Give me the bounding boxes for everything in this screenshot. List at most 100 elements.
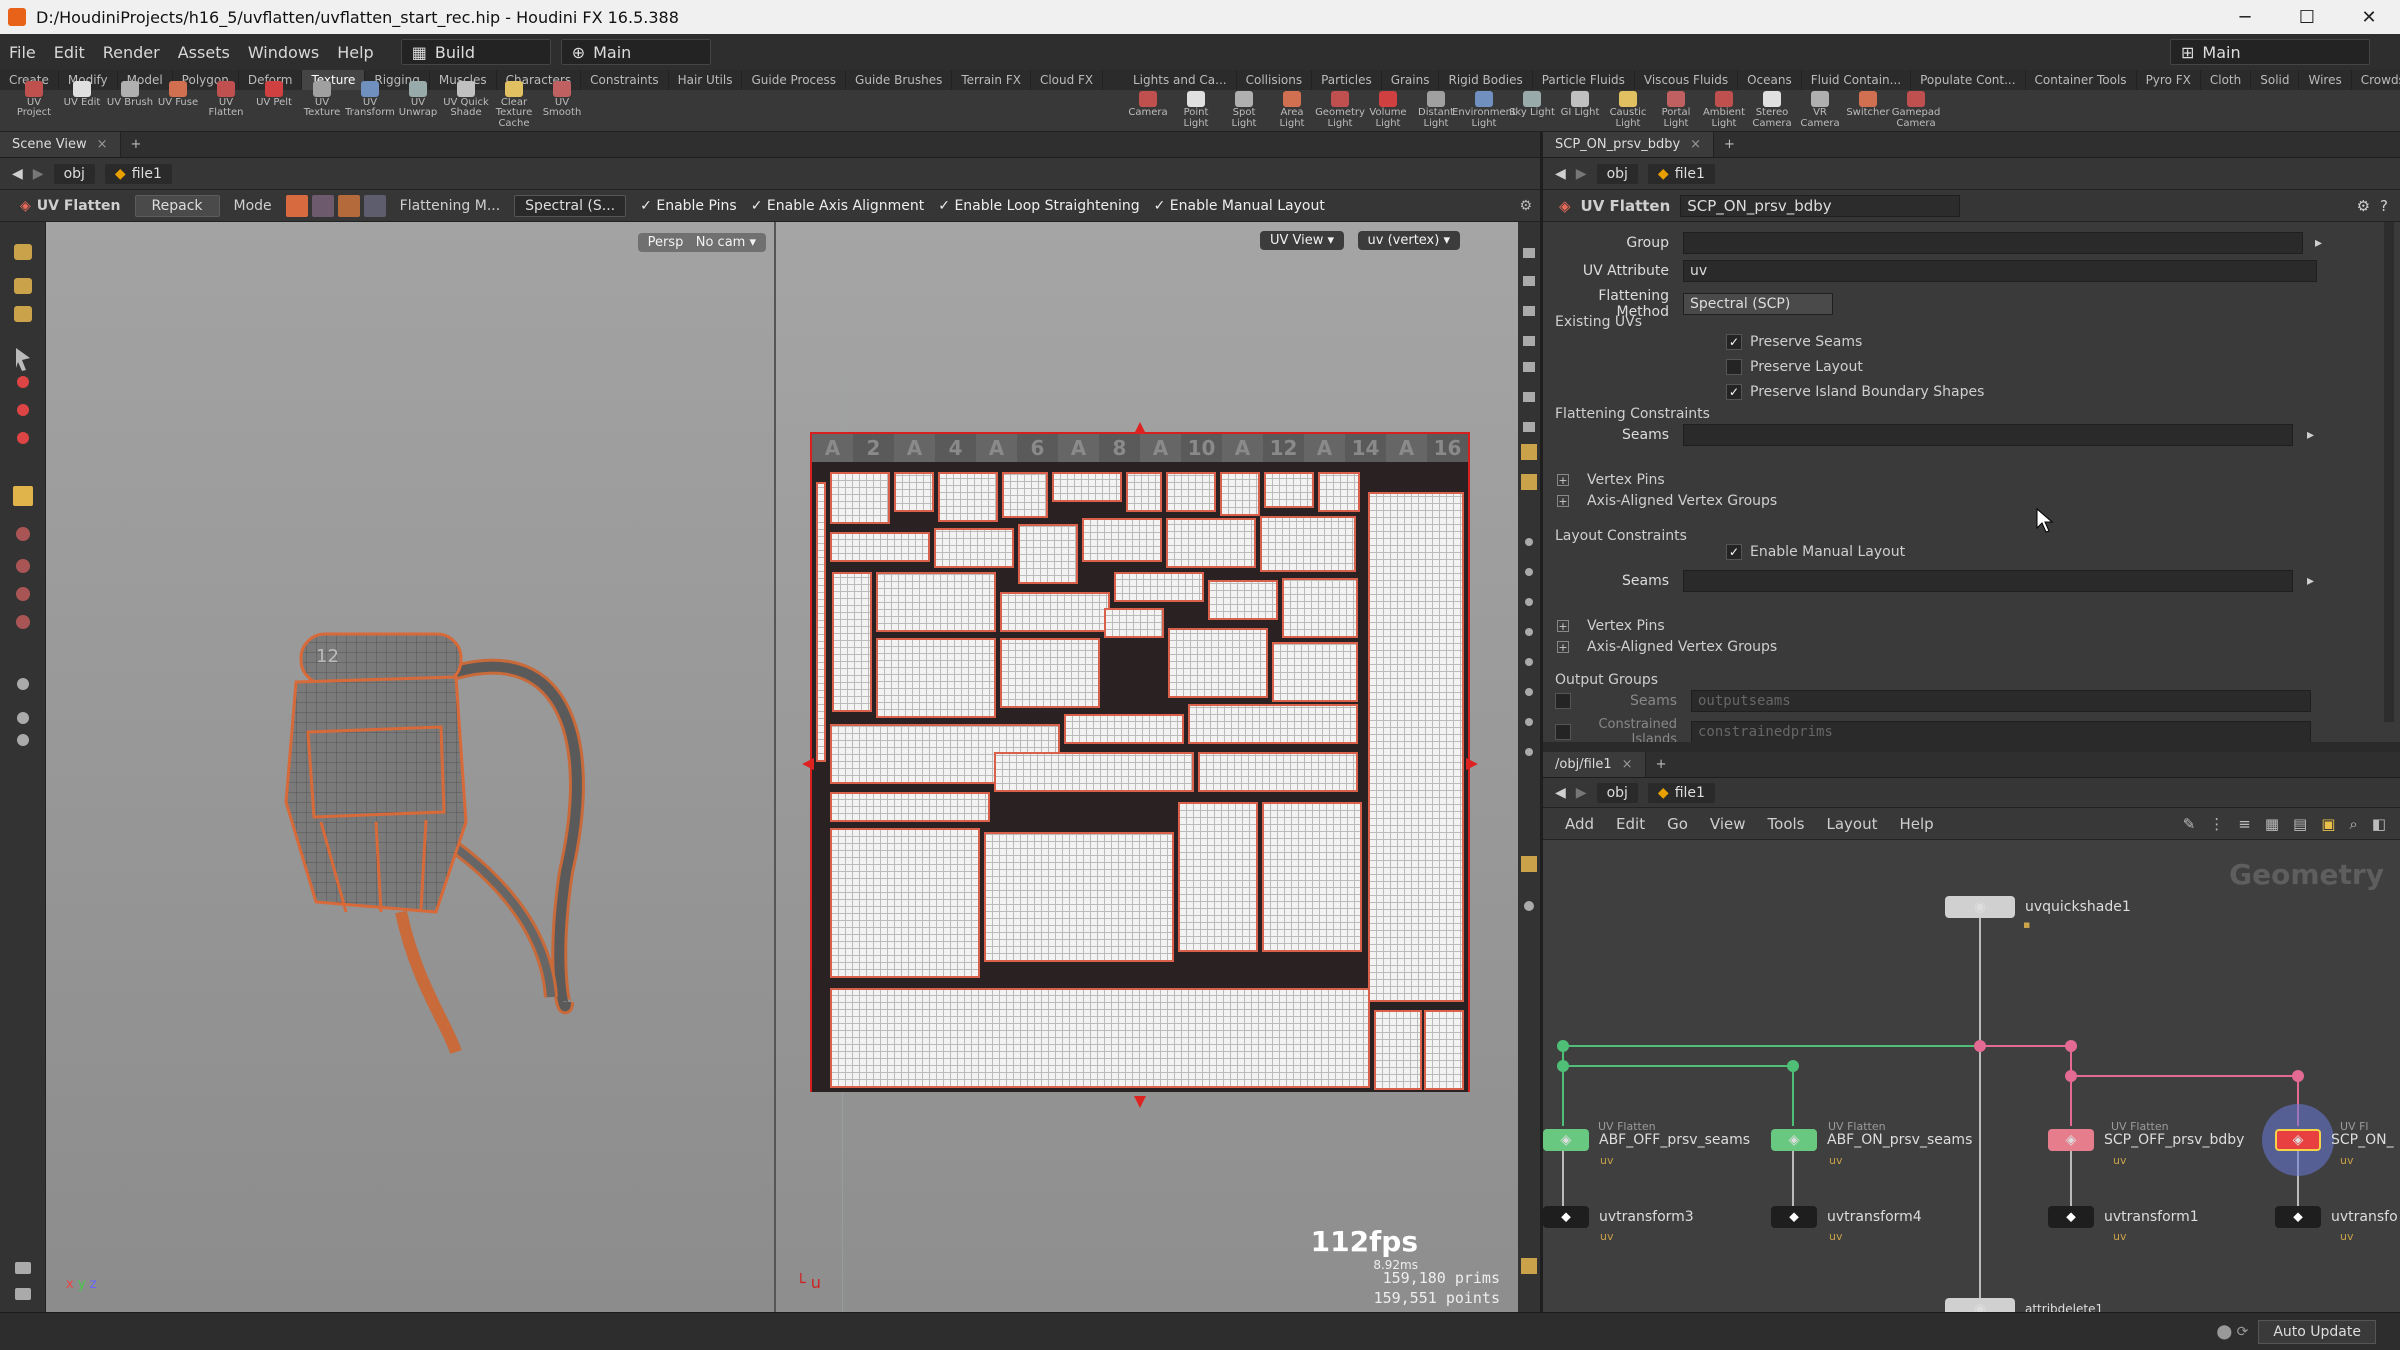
mode-layout-icon[interactable] [363, 194, 386, 217]
net-menu-edit[interactable]: Edit [1616, 815, 1645, 833]
mode-loop-icon[interactable] [337, 194, 360, 217]
close-tab-icon[interactable]: × [97, 137, 108, 152]
shelf-right-tab[interactable]: Pyro FX [2137, 70, 2201, 90]
path-file1[interactable]: ◆ file1 [1647, 782, 1715, 803]
vertex-pins-multiparm[interactable]: + Vertex Pins [1557, 472, 1665, 488]
shelf-left-tool[interactable]: UV Texture [298, 80, 346, 130]
status-icons[interactable]: ⬤ ⟳ [2216, 1324, 2248, 1340]
net-menu-tools[interactable]: Tools [1768, 815, 1805, 833]
node-abf-on-prsv-seams[interactable]: ◈ ABF_ON_prsv_seams [1771, 1129, 1972, 1151]
layout-seams-field[interactable] [1683, 570, 2293, 592]
flattening-method-dropdown[interactable]: Spectral (S... [514, 194, 627, 217]
menu-file[interactable]: File [0, 43, 45, 62]
seams-arrow-icon[interactable]: ▸ [2307, 573, 2314, 589]
enable-pins-toggle[interactable]: ✓ Enable Pins [640, 198, 737, 214]
shelf-right-tool[interactable]: Switcher [1844, 91, 1892, 129]
node-name-field[interactable]: SCP_ON_prsv_bdby [1680, 194, 1961, 217]
shelf-right-tab[interactable]: Collisions [1237, 70, 1313, 90]
path-obj[interactable]: obj [1596, 782, 1638, 803]
shelf-right-tool[interactable]: Volume Light [1364, 91, 1412, 129]
shelf-right-tool[interactable]: Portal Light [1652, 91, 1700, 129]
shelf-right-tool[interactable]: Gamepad Camera [1892, 91, 1940, 129]
shelf-right-tab[interactable]: Particles [1312, 70, 1382, 90]
net-menu-layout[interactable]: Layout [1826, 815, 1877, 833]
shelf-right-tab[interactable]: Grains [1382, 70, 1440, 90]
shelf-right-tool[interactable]: GI Light [1556, 91, 1604, 129]
node-scp-on-prsv-bdby[interactable]: ◈ SCP_ON_ [2275, 1129, 2394, 1151]
display-option-icons[interactable] [1518, 222, 1540, 1312]
path-obj[interactable]: obj [53, 163, 95, 184]
preserve-layout-toggle[interactable]: Preserve Layout [1726, 359, 1863, 375]
shelf-right-tab[interactable]: Particle Fluids [1533, 70, 1635, 90]
shelf-left-tool[interactable]: UV Brush [106, 80, 154, 130]
axis-groups-multiparm[interactable]: + Axis-Aligned Vertex Groups [1557, 493, 1777, 509]
node-uvtransform1[interactable]: ⬥ uvtransform1 [2048, 1206, 2199, 1228]
path-file1[interactable]: ◆ file1 [104, 163, 172, 184]
desktop-main-dropdown[interactable]: ⊕ Main [560, 39, 711, 65]
tool-options-icon[interactable]: ⚙ [1519, 198, 1532, 214]
network-editor[interactable]: Geometry ◉ uvquickshade1 ▪ UV Flatten ◈ … [1543, 840, 2400, 1312]
shelf-right-tab[interactable]: Wires [2299, 70, 2352, 90]
shelf-right-tab[interactable]: Populate Cont... [1911, 70, 2026, 90]
add-tab-icon[interactable]: + [1656, 757, 1667, 772]
constrained-islands-field[interactable]: constrainedprims [1691, 721, 2311, 743]
pane-splitter[interactable] [1543, 742, 2400, 752]
layout-axis-groups-multiparm[interactable]: + Axis-Aligned Vertex Groups [1557, 639, 1777, 655]
params-scrollbar[interactable] [2384, 222, 2394, 722]
shelf-right-tool[interactable]: Stereo Camera [1748, 91, 1796, 129]
node-abf-off-prsv-seams[interactable]: ◈ ABF_OFF_prsv_seams [1543, 1129, 1750, 1151]
shelf-right-tab[interactable]: Container Tools [2026, 70, 2137, 90]
shelf-right-tool[interactable]: Area Light [1268, 91, 1316, 129]
mode-axis-icon[interactable] [311, 194, 334, 217]
enable-manual-layout-toggle[interactable]: ✓ Enable Manual Layout [1154, 198, 1325, 214]
shelf-right-tool[interactable]: Sky Light [1508, 91, 1556, 129]
uv-attribute-field[interactable]: uv [1683, 260, 2317, 282]
shelf-right-tool[interactable]: Ambient Light [1700, 91, 1748, 129]
auto-update-dropdown[interactable]: Auto Update [2258, 1319, 2376, 1344]
shelf-left-tool[interactable]: UV Unwrap [394, 80, 442, 130]
add-tab-icon[interactable]: + [131, 137, 142, 152]
gear-icon[interactable]: ⚙ [2357, 197, 2370, 215]
node-uvquickshade1[interactable]: ◉ uvquickshade1 [1945, 896, 2131, 918]
shelf-right-tab[interactable]: Rigid Bodies [1439, 70, 1533, 90]
menu-edit[interactable]: Edit [45, 43, 94, 62]
shelf-left-tool[interactable]: UV Pelt [250, 80, 298, 130]
seams-arrow-icon[interactable]: ▸ [2307, 427, 2314, 443]
shelf-right-tool[interactable]: Point Light [1172, 91, 1220, 129]
shelf-right-tab[interactable]: Crowds [2352, 70, 2400, 90]
back-arrow-icon[interactable]: ◀ [12, 166, 23, 182]
shelf-left-tool[interactable]: Clear Texture Cache [490, 80, 538, 130]
shelf-right-tab[interactable]: Oceans [1738, 70, 1802, 90]
close-tab-icon[interactable]: × [1622, 757, 1633, 772]
enable-loop-straightening-toggle[interactable]: ✓ Enable Loop Straightening [938, 198, 1139, 214]
minimize-button[interactable]: ─ [2214, 7, 2276, 28]
enable-axis-alignment-toggle[interactable]: ✓ Enable Axis Alignment [751, 198, 925, 214]
shelf-right-tab[interactable]: Viscous Fluids [1635, 70, 1739, 90]
shelf-right-tool[interactable]: Geometry Light [1315, 91, 1365, 129]
net-menu-help[interactable]: Help [1899, 815, 1933, 833]
shelf-left-tool[interactable]: UV Quick Shade [442, 80, 490, 130]
close-tab-icon[interactable]: × [1690, 137, 1701, 152]
shelf-left-tool[interactable]: UV Transform [345, 80, 395, 130]
add-tab-icon[interactable]: + [1724, 137, 1735, 152]
tab-network[interactable]: /obj/file1 × [1543, 752, 1646, 777]
net-menu-add[interactable]: Add [1565, 815, 1594, 833]
node-uvtransform-clipped[interactable]: ⬥ uvtransfo [2275, 1206, 2398, 1228]
seams-field[interactable] [1683, 424, 2293, 446]
uv-view-menu[interactable]: UV View ▾ [1259, 230, 1344, 250]
uv-transform-handles[interactable] [800, 420, 1480, 1110]
preserve-seams-toggle[interactable]: ✓ Preserve Seams [1726, 334, 1862, 350]
network-view-toolbar[interactable]: ✎ ⋮ ≡ ▦ ▤ ▣ ⌕ ◧ [2183, 815, 2386, 833]
shelf-right-tool[interactable]: Spot Light [1220, 91, 1268, 129]
node-scp-off-prsv-bdby[interactable]: ◈ SCP_OFF_prsv_bdby [2048, 1129, 2244, 1151]
layout-vertex-pins-multiparm[interactable]: + Vertex Pins [1557, 618, 1665, 634]
perspective-viewport[interactable]: Persp ▾ No cam ▾ 12 x y z [46, 222, 774, 1312]
help-icon[interactable]: ? [2380, 197, 2388, 215]
group-arrow-icon[interactable]: ▸ [2315, 235, 2322, 251]
enable-manual-layout-toggle[interactable]: ✓ Enable Manual Layout [1726, 544, 1905, 560]
shelf-right-tool[interactable]: VR Camera [1796, 91, 1844, 129]
shelf-left-tool[interactable]: UV Fuse [154, 80, 202, 130]
shelf-right-tab[interactable]: Fluid Contain... [1802, 70, 1912, 90]
forward-arrow-icon[interactable]: ▶ [1576, 785, 1587, 801]
output-seams-toggle[interactable] [1555, 693, 1571, 709]
